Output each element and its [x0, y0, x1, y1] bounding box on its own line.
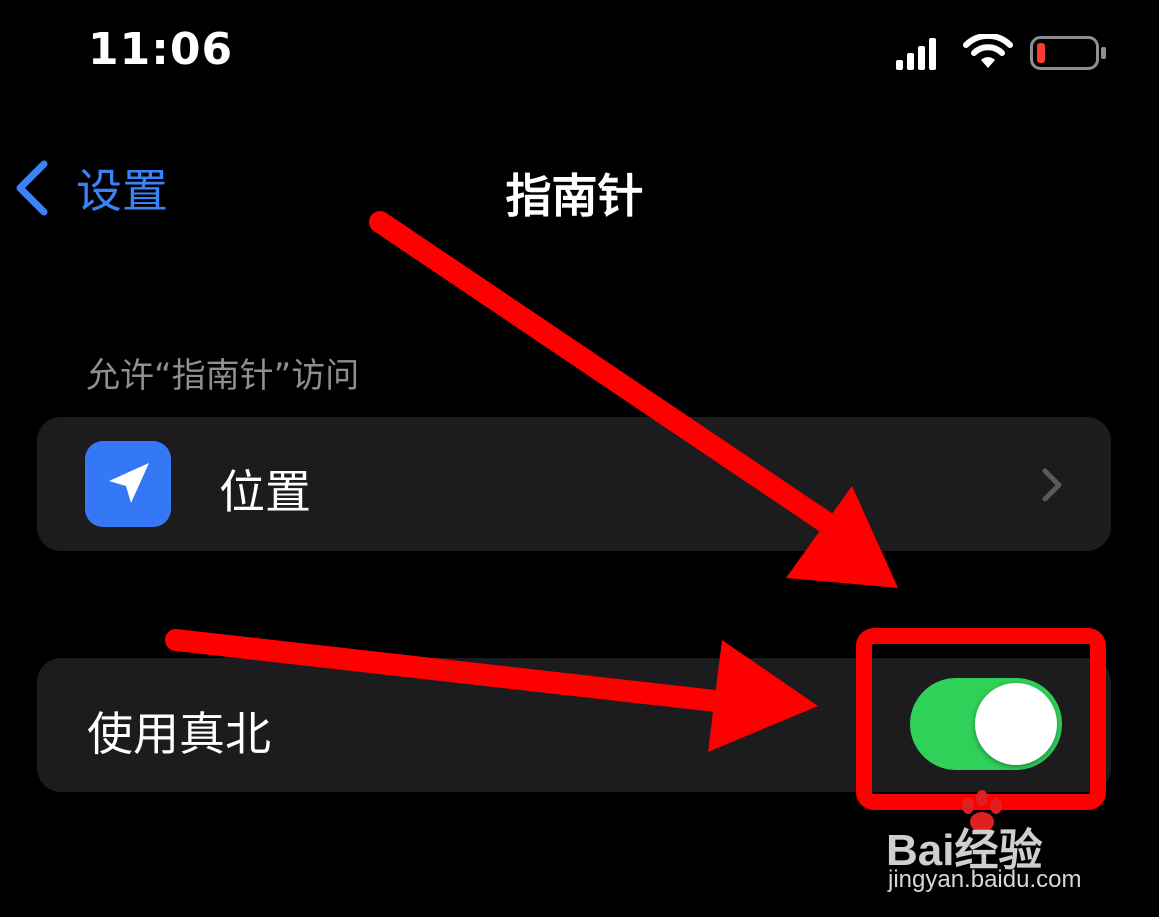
battery-low-icon — [1030, 36, 1106, 70]
chevron-right-icon — [1042, 468, 1062, 502]
watermark-url: jingyan.baidu.com — [888, 866, 1082, 893]
baidu-jingyan-watermark: Bai经验 jingyan.baidu.com — [886, 790, 1096, 900]
cellular-signal-icon — [896, 38, 936, 70]
location-label: 位置 — [219, 465, 311, 519]
status-time: 11:06 — [88, 24, 234, 75]
page-title: 指南针 — [0, 160, 1159, 226]
section-header: 允许“指南针”访问 — [86, 356, 360, 396]
location-arrow-icon — [85, 441, 171, 527]
location-permission-cell[interactable]: 位置 — [37, 417, 1111, 551]
wifi-icon — [963, 34, 1013, 68]
status-bar: 11:06 — [0, 0, 1159, 110]
navigation-bar: 设置 指南针 — [0, 140, 1159, 240]
annotation-highlight-box — [856, 628, 1106, 810]
page-title-text: 指南针 — [505, 169, 644, 223]
true-north-label: 使用真北 — [87, 707, 271, 761]
